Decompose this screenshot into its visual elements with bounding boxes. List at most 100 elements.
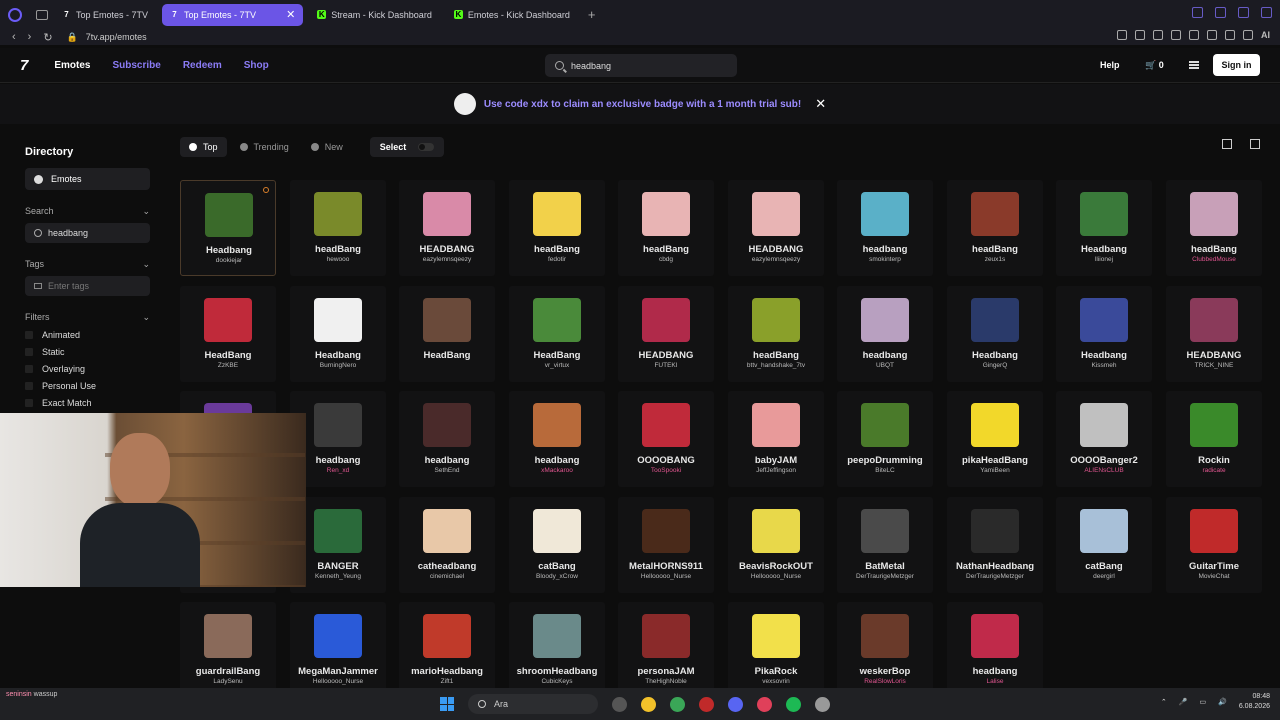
- emote-author[interactable]: xMackaroo: [509, 467, 605, 474]
- filters-section-toggle[interactable]: Filters ⌄: [25, 312, 150, 323]
- cart-button[interactable]: 🛒 0: [1145, 60, 1164, 71]
- emote-author[interactable]: Hellooooo_Nurse: [728, 573, 824, 580]
- emote-card[interactable]: headbang smokinterp: [837, 180, 933, 276]
- opera-icon[interactable]: [757, 696, 772, 712]
- emote-author[interactable]: DerTraurigeMetzger: [947, 573, 1043, 580]
- emote-author[interactable]: ZzKBE: [180, 362, 276, 369]
- grid-large-icon[interactable]: [1222, 139, 1232, 149]
- emote-card[interactable]: headBang bttv_handshake_7tv: [728, 286, 824, 382]
- screenshot-icon[interactable]: [1135, 30, 1145, 40]
- spotify-icon[interactable]: [786, 696, 801, 712]
- emote-author[interactable]: SethEnd: [399, 467, 495, 474]
- emote-card[interactable]: headBang fedotir: [509, 180, 605, 276]
- network-icon[interactable]: ▭: [1200, 698, 1207, 706]
- tags-field[interactable]: Enter tags: [25, 276, 150, 296]
- emote-author[interactable]: vr_virtux: [509, 362, 605, 369]
- back-icon[interactable]: ‹: [12, 31, 16, 43]
- chevron-up-icon[interactable]: ⌃: [1161, 698, 1167, 706]
- filter-static[interactable]: Static: [25, 346, 161, 357]
- emote-card[interactable]: BeavisRockOUT Hellooooo_Nurse: [728, 497, 824, 593]
- tab-top[interactable]: Top: [180, 137, 227, 157]
- emote-card[interactable]: pikaHeadBang YamiBeen: [947, 391, 1043, 487]
- clock[interactable]: 08:48 6.08.2026: [1239, 692, 1270, 712]
- obs-icon[interactable]: [815, 696, 830, 712]
- emote-author[interactable]: Kissmeh: [1056, 362, 1152, 369]
- nav-shop[interactable]: Shop: [244, 60, 269, 71]
- emote-author[interactable]: Hellooooo_Nurse: [290, 678, 386, 685]
- emote-card[interactable]: PikaRock vexsovrin: [728, 602, 824, 698]
- emote-author[interactable]: GingerQ: [947, 362, 1043, 369]
- app-icon[interactable]: [699, 696, 714, 712]
- emote-card[interactable]: OOOOBANG TooSpooki: [618, 391, 714, 487]
- tab-7tv-1[interactable]: 7 Top Emotes - 7TV: [54, 4, 156, 26]
- emote-card[interactable]: MetalHORNS911 Hellooooo_Nurse: [618, 497, 714, 593]
- search-input[interactable]: [571, 60, 721, 71]
- bookmark-icon[interactable]: [1117, 30, 1127, 40]
- tab-kick-stream[interactable]: K Stream - Kick Dashboard: [309, 4, 440, 26]
- checkbox[interactable]: [25, 347, 33, 356]
- emote-author[interactable]: ClubbedMouse: [1166, 256, 1262, 263]
- emote-author[interactable]: CubicKeys: [509, 678, 605, 685]
- emote-card[interactable]: headbang xMackaroo: [509, 391, 605, 487]
- tab-7tv-2[interactable]: 7 Top Emotes - 7TV ✕: [162, 3, 304, 26]
- emote-author[interactable]: fedotir: [509, 256, 605, 263]
- emote-card[interactable]: HEADBANG TRICK_NINE: [1166, 286, 1262, 382]
- emote-author[interactable]: Zift1: [399, 678, 495, 685]
- select-toggle[interactable]: Select: [369, 137, 445, 157]
- emote-author[interactable]: UBQT: [837, 362, 933, 369]
- emote-author[interactable]: vexsovrin: [728, 678, 824, 685]
- emote-card[interactable]: Headbang Kissmeh: [1056, 286, 1152, 382]
- emote-author[interactable]: bttv_handshake_7tv: [728, 362, 824, 369]
- emote-author[interactable]: zeux1s: [947, 256, 1043, 263]
- emote-author[interactable]: JeffJeffingson: [728, 467, 824, 474]
- emote-card[interactable]: HEADBANG eazylemnsqeezy: [399, 180, 495, 276]
- nav-redeem[interactable]: Redeem: [183, 60, 222, 71]
- search-section-toggle[interactable]: Search ⌄: [25, 206, 150, 217]
- emote-card[interactable]: catBang deergirl: [1056, 497, 1152, 593]
- emote-card[interactable]: headbang UBQT: [837, 286, 933, 382]
- emote-card[interactable]: peepoDrumming BiteLC: [837, 391, 933, 487]
- maximize-icon[interactable]: [1238, 7, 1249, 18]
- windows-start-icon[interactable]: [440, 697, 454, 711]
- heart-icon[interactable]: [1207, 30, 1217, 40]
- emote-card[interactable]: HEADBANG FUTEKI: [618, 286, 714, 382]
- promo-text[interactable]: Use code xdx to claim an exclusive badge…: [484, 99, 801, 110]
- close-banner-icon[interactable]: ✕: [815, 96, 826, 112]
- emote-author[interactable]: Lalise: [947, 678, 1043, 685]
- filter-overlaying[interactable]: Overlaying: [25, 363, 161, 374]
- ai-button[interactable]: AI: [1261, 30, 1270, 40]
- emote-card[interactable]: marioHeadbang Zift1: [399, 602, 495, 698]
- emote-author[interactable]: cinemichael: [399, 573, 495, 580]
- emote-card[interactable]: headbang Lalise: [947, 602, 1043, 698]
- emote-author[interactable]: cbdg: [618, 256, 714, 263]
- emote-card[interactable]: babyJAM JeffJeffingson: [728, 391, 824, 487]
- emote-author[interactable]: radicate: [1166, 467, 1262, 474]
- close-tab-icon[interactable]: ✕: [286, 8, 295, 21]
- extensions-icon[interactable]: [1225, 30, 1235, 40]
- emote-card[interactable]: Headbang lliionej: [1056, 180, 1152, 276]
- nav-emotes[interactable]: Emotes: [54, 60, 90, 71]
- menu-icon[interactable]: [1189, 61, 1199, 69]
- checkbox[interactable]: [25, 330, 33, 339]
- download-icon[interactable]: [1243, 30, 1253, 40]
- 7tv-logo[interactable]: 7: [20, 57, 28, 74]
- emote-author[interactable]: ALIENsCLUB: [1056, 467, 1152, 474]
- emote-card[interactable]: headBang ClubbedMouse: [1166, 180, 1262, 276]
- emote-author[interactable]: YamiBeen: [947, 467, 1043, 474]
- emote-author[interactable]: BurningNero: [290, 362, 386, 369]
- emote-author[interactable]: eazylemnsqeezy: [728, 256, 824, 263]
- grid-small-icon[interactable]: [1250, 139, 1260, 149]
- emote-author[interactable]: Bloody_xCrow: [509, 573, 605, 580]
- emote-author[interactable]: Hellooooo_Nurse: [618, 573, 714, 580]
- emote-card[interactable]: catBang Bloody_xCrow: [509, 497, 605, 593]
- emote-card[interactable]: Headbang dookiejar: [180, 180, 276, 276]
- search-tabs-icon[interactable]: [1192, 7, 1203, 18]
- emote-author[interactable]: hewooo: [290, 256, 386, 263]
- translate-icon[interactable]: [1171, 30, 1181, 40]
- emote-card[interactable]: guardrailBang LadySenu: [180, 602, 276, 698]
- shield-icon[interactable]: [1153, 30, 1163, 40]
- emote-author[interactable]: DerTraurigeMetzger: [837, 573, 933, 580]
- emote-card[interactable]: NathanHeadbang DerTraurigeMetzger: [947, 497, 1043, 593]
- help-link[interactable]: Help: [1100, 60, 1120, 70]
- emote-card[interactable]: BatMetal DerTraurigeMetzger: [837, 497, 933, 593]
